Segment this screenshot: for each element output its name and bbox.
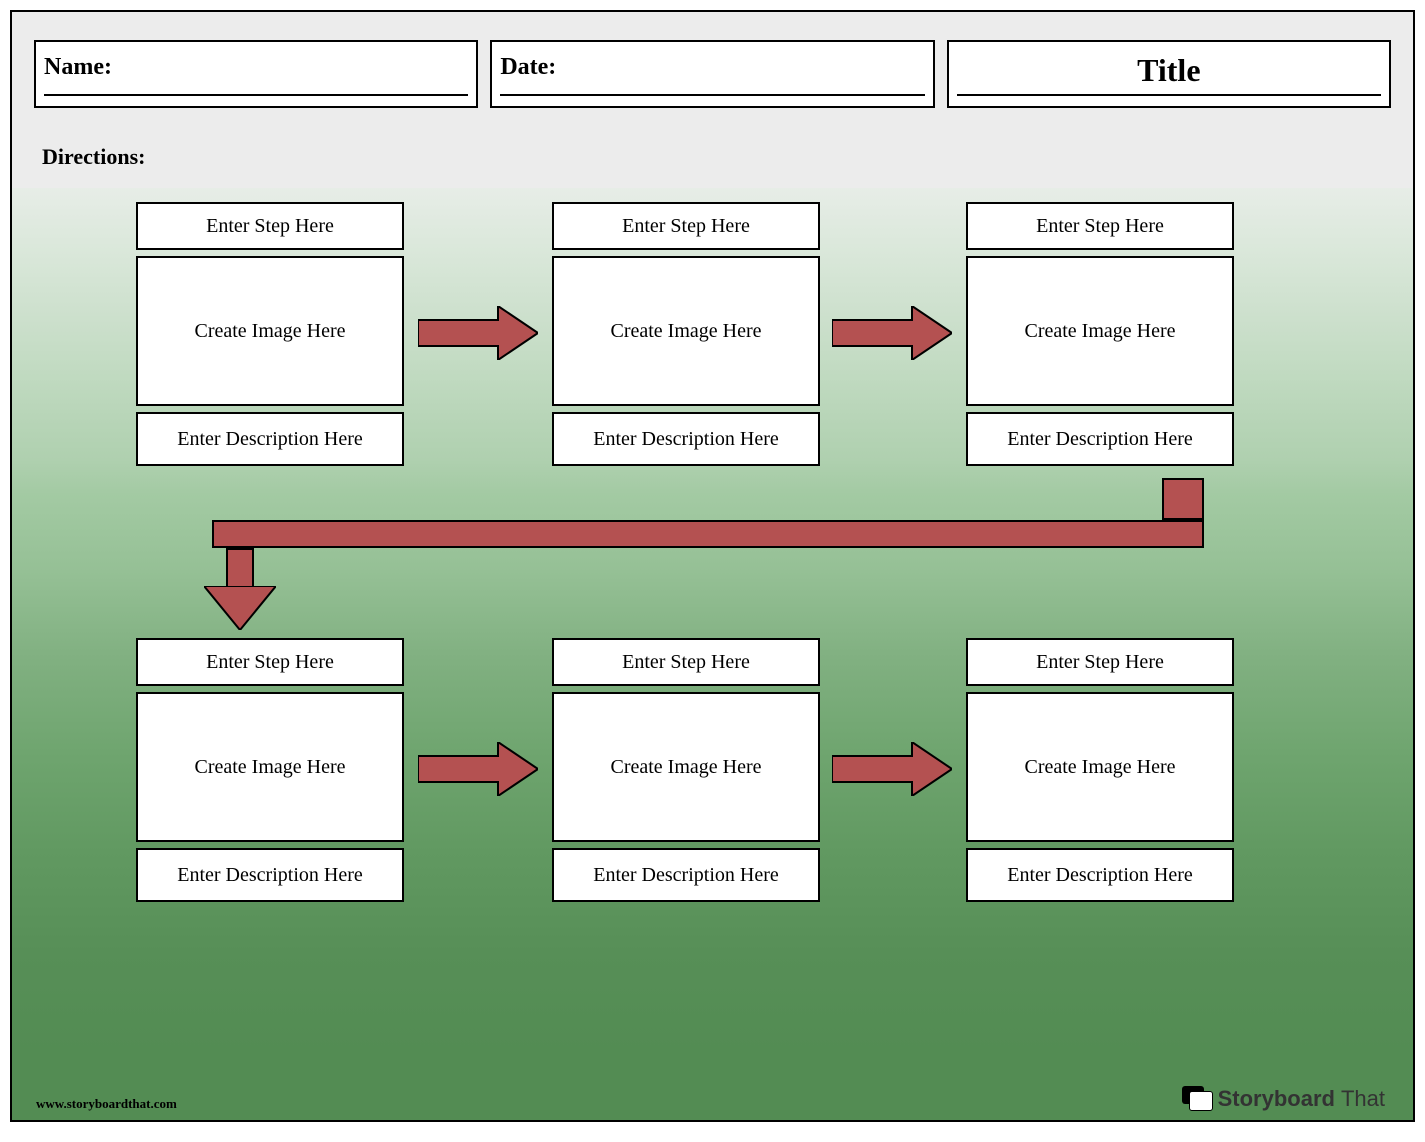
step-description[interactable]: Enter Description Here	[136, 412, 404, 466]
step-card-4[interactable]: Enter Step Here Create Image Here Enter …	[136, 638, 404, 910]
arrow-right-icon	[832, 742, 952, 796]
step-image-area[interactable]: Create Image Here	[552, 256, 820, 406]
connector-vertical-stem	[226, 548, 254, 588]
title-field[interactable]: Title	[947, 40, 1391, 108]
step-card-6[interactable]: Enter Step Here Create Image Here Enter …	[966, 638, 1234, 910]
date-underline	[500, 94, 924, 96]
date-label: Date:	[500, 54, 556, 81]
arrow-right-icon	[418, 306, 538, 360]
directions-label: Directions:	[42, 144, 145, 170]
step-image-area[interactable]: Create Image Here	[966, 256, 1234, 406]
footer-url: www.storyboardthat.com	[36, 1096, 177, 1112]
step-card-5[interactable]: Enter Step Here Create Image Here Enter …	[552, 638, 820, 910]
step-title[interactable]: Enter Step Here	[136, 202, 404, 250]
arrow-right-icon	[832, 306, 952, 360]
brand-word-a: Storyboard	[1218, 1086, 1335, 1112]
step-card-2[interactable]: Enter Step Here Create Image Here Enter …	[552, 202, 820, 474]
connector-start-box	[1162, 478, 1204, 520]
step-image-area[interactable]: Create Image Here	[136, 692, 404, 842]
title-label: Title	[949, 52, 1389, 89]
step-image-area[interactable]: Create Image Here	[966, 692, 1234, 842]
step-description[interactable]: Enter Description Here	[552, 848, 820, 902]
worksheet-sheet: Name: Date: Title Directions: Enter Step…	[10, 10, 1415, 1122]
arrow-right-icon	[418, 742, 538, 796]
header-row: Name: Date: Title	[34, 40, 1391, 108]
step-card-3[interactable]: Enter Step Here Create Image Here Enter …	[966, 202, 1234, 474]
brand-word-b: That	[1341, 1086, 1385, 1112]
footer-brand: StoryboardThat	[1182, 1086, 1385, 1112]
speech-bubble-icon	[1182, 1086, 1212, 1112]
title-underline	[957, 94, 1381, 96]
step-title[interactable]: Enter Step Here	[966, 202, 1234, 250]
step-description[interactable]: Enter Description Here	[966, 412, 1234, 466]
step-title[interactable]: Enter Step Here	[552, 202, 820, 250]
date-field[interactable]: Date:	[490, 40, 934, 108]
step-description[interactable]: Enter Description Here	[966, 848, 1234, 902]
name-underline	[44, 94, 468, 96]
step-title[interactable]: Enter Step Here	[552, 638, 820, 686]
step-title[interactable]: Enter Step Here	[136, 638, 404, 686]
step-image-area[interactable]: Create Image Here	[136, 256, 404, 406]
step-description[interactable]: Enter Description Here	[136, 848, 404, 902]
name-field[interactable]: Name:	[34, 40, 478, 108]
step-card-1[interactable]: Enter Step Here Create Image Here Enter …	[136, 202, 404, 474]
arrow-down-icon	[204, 586, 276, 630]
connector-horizontal-bar	[212, 520, 1204, 548]
step-title[interactable]: Enter Step Here	[966, 638, 1234, 686]
name-label: Name:	[44, 54, 112, 81]
step-description[interactable]: Enter Description Here	[552, 412, 820, 466]
step-image-area[interactable]: Create Image Here	[552, 692, 820, 842]
